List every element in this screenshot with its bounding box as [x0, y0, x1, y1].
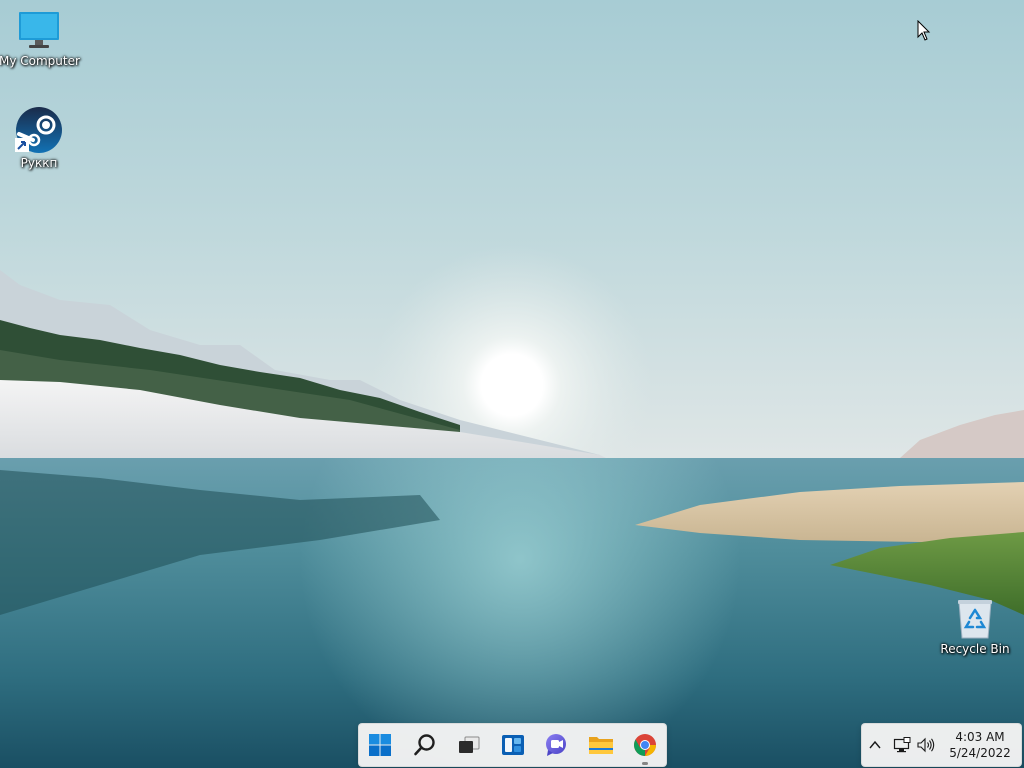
file-explorer-button[interactable] [585, 729, 617, 761]
speaker-icon [917, 737, 935, 753]
chat-button[interactable] [541, 729, 573, 761]
recycle-bin-icon [955, 598, 995, 640]
chrome-icon [634, 734, 656, 756]
folder-icon [589, 737, 613, 754]
search-button[interactable] [409, 729, 441, 761]
desktop-icon-my-computer[interactable]: My Computer [0, 10, 80, 68]
desktop-icon-label: Recycle Bin [940, 642, 1010, 656]
task-view-icon [459, 736, 480, 753]
search-icon [414, 734, 435, 756]
desktop-icon-label: My Computer [0, 54, 80, 68]
desktop-wallpaper [0, 0, 1024, 768]
system-tray: 4:03 AM 5/24/2022 [861, 723, 1022, 767]
clock-time: 4:03 AM [955, 730, 1005, 744]
clock-date: 5/24/2022 [949, 746, 1011, 760]
show-hidden-icons-button[interactable] [865, 735, 885, 755]
widgets-button[interactable] [497, 729, 529, 761]
teams-chat-icon [546, 734, 566, 756]
mouse-cursor-icon [917, 20, 931, 41]
chevron-up-icon [869, 740, 881, 749]
start-button[interactable] [364, 729, 396, 761]
desktop-icon-label: Руккп [20, 156, 58, 170]
clock[interactable]: 4:03 AM 5/24/2022 [944, 729, 1016, 761]
widgets-icon [502, 735, 524, 755]
desktop-icon-recycle-bin[interactable]: Recycle Bin [935, 598, 1015, 656]
monitor-icon [17, 10, 61, 52]
steam-icon [15, 106, 63, 154]
task-view-button[interactable] [453, 729, 485, 761]
windows-start-icon [369, 734, 391, 756]
chrome-button[interactable] [629, 729, 661, 765]
running-indicator [642, 762, 648, 765]
network-icon [893, 737, 911, 753]
network-button[interactable] [892, 735, 912, 755]
volume-button[interactable] [916, 735, 936, 755]
taskbar [358, 723, 667, 767]
desktop-icon-steam[interactable]: Руккп [0, 106, 79, 170]
